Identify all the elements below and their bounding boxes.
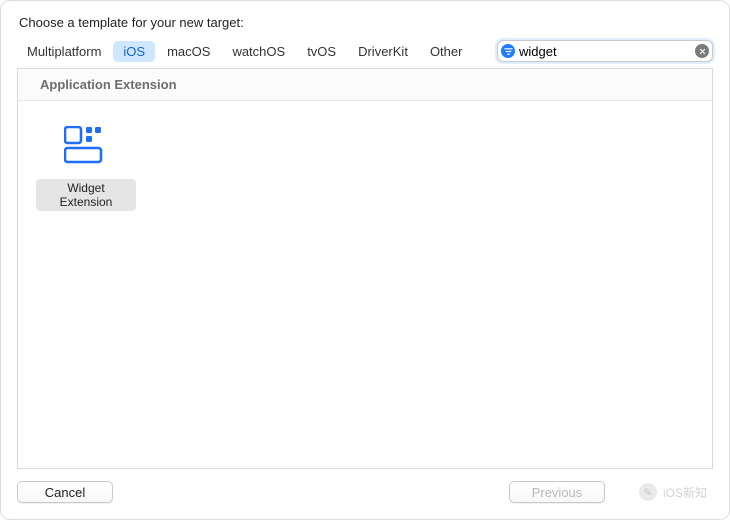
filter-icon <box>501 44 515 58</box>
search-field[interactable] <box>497 40 713 62</box>
search-clear-icon[interactable] <box>695 44 709 58</box>
tab-other[interactable]: Other <box>420 41 473 62</box>
widget-extension-icon <box>47 117 125 173</box>
tab-tvos[interactable]: tvOS <box>297 41 346 62</box>
tab-ios[interactable]: iOS <box>113 41 155 62</box>
platform-tabs-row: Multiplatform iOS macOS watchOS tvOS Dri… <box>1 40 729 68</box>
search-input[interactable] <box>519 44 695 59</box>
template-widget-extension[interactable]: Widget Extension <box>36 117 136 211</box>
dialog-footer: Cancel Previous Next <box>1 469 729 519</box>
platform-tabs: Multiplatform iOS macOS watchOS tvOS Dri… <box>17 41 472 62</box>
cancel-button[interactable]: Cancel <box>17 481 113 503</box>
template-grid: Widget Extension <box>17 101 713 469</box>
tab-macos[interactable]: macOS <box>157 41 220 62</box>
dialog-title: Choose a template for your new target: <box>1 1 729 40</box>
tab-watchos[interactable]: watchOS <box>222 41 295 62</box>
previous-button: Previous <box>509 481 605 503</box>
section-header: Application Extension <box>18 69 712 101</box>
tab-driverkit[interactable]: DriverKit <box>348 41 418 62</box>
tab-multiplatform[interactable]: Multiplatform <box>17 41 111 62</box>
template-label: Widget Extension <box>36 179 136 211</box>
